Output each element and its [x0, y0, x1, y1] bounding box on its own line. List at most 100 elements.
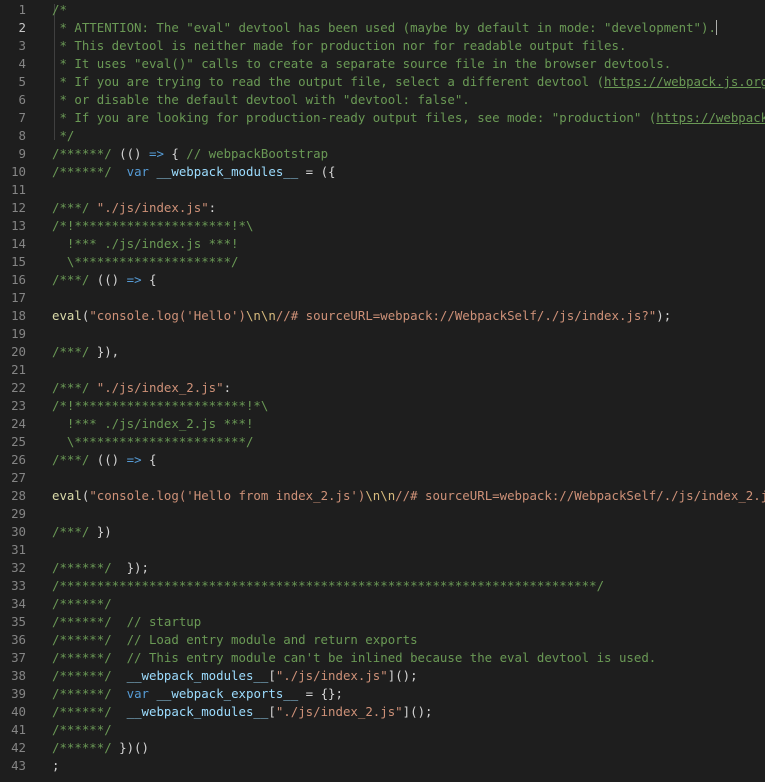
code-token: __webpack_modules__ — [126, 668, 269, 683]
code-token: /*!*********************!*\ — [52, 218, 254, 233]
code-line[interactable]: 31 — [0, 541, 765, 559]
code-token: /******/ — [52, 146, 120, 161]
line-number: 39 — [11, 686, 26, 701]
code-token: => — [126, 272, 142, 287]
code-token: * or disable the default devtool with "d… — [52, 92, 470, 107]
code-token: * ATTENTION: The "eval" devtool has been… — [52, 20, 716, 35]
code-token: !*** ./js/index_2.js ***! — [52, 416, 254, 431]
code-text: /***/ "./js/index_2.js": — [52, 379, 231, 397]
code-token: https://webpack.js.org/con — [604, 74, 765, 89]
code-token: /***/ — [52, 272, 97, 287]
code-text: !*** ./js/index.js ***! — [52, 235, 239, 253]
code-line[interactable]: 27 — [0, 469, 765, 487]
code-line[interactable]: 36 /******/ // Load entry module and retu… — [0, 631, 765, 649]
code-line[interactable]: 38 /******/ __webpack_modules__["./js/ind… — [0, 667, 765, 685]
code-line[interactable]: 4 * It uses "eval()" calls to create a s… — [0, 55, 765, 73]
code-line[interactable]: 5 * If you are trying to read the output… — [0, 73, 765, 91]
code-token: = {}; — [298, 686, 343, 701]
code-text: eval("console.log('Hello from index_2.js… — [52, 487, 765, 505]
code-line[interactable]: 12 /***/ "./js/index.js": — [0, 199, 765, 217]
code-line[interactable]: 2 * ATTENTION: The "eval" devtool has be… — [0, 19, 765, 37]
code-line[interactable]: 21 — [0, 361, 765, 379]
code-line[interactable]: 22 /***/ "./js/index_2.js": — [0, 379, 765, 397]
code-line[interactable]: 23 /*!***********************!*\ — [0, 397, 765, 415]
code-token: (() — [96, 452, 127, 467]
code-text: /***************************************… — [52, 577, 604, 595]
code-text: * It uses "eval()" calls to create a sep… — [52, 55, 671, 73]
line-number: 27 — [11, 470, 26, 485]
code-line[interactable]: 42 /******/ })() — [0, 739, 765, 757]
line-number: 7 — [18, 110, 26, 125]
code-token: /******/ // Load entry module and return… — [52, 632, 418, 647]
code-token: /******/ — [52, 164, 120, 179]
code-token: /******/ — [52, 740, 120, 755]
code-line[interactable]: 9 /******/ (() => { // webpackBootstrap — [0, 145, 765, 163]
code-line[interactable]: 19 — [0, 325, 765, 343]
code-text: /******/ }); — [52, 559, 149, 577]
code-token: /***/ — [52, 380, 97, 395]
code-token: "console.log('Hello') — [89, 308, 246, 323]
code-text: eval("console.log('Hello')\n\n//# source… — [52, 307, 671, 325]
code-token: * It uses "eval()" calls to create a sep… — [52, 56, 672, 71]
code-line[interactable]: 20 /***/ }), — [0, 343, 765, 361]
code-line[interactable]: 11 — [0, 181, 765, 199]
line-number: 18 — [11, 308, 26, 323]
line-number: 33 — [11, 578, 26, 593]
code-token: => — [126, 452, 142, 467]
code-text: /***/ (() => { — [52, 451, 156, 469]
line-number: 43 — [11, 758, 26, 773]
code-token: => — [148, 146, 164, 161]
code-token: })() — [119, 740, 149, 755]
code-text: /*!*********************!*\ — [52, 217, 253, 235]
code-line[interactable]: 33 /*************************************… — [0, 577, 765, 595]
code-line[interactable]: 3 * This devtool is neither made for pro… — [0, 37, 765, 55]
code-line[interactable]: 32 /******/ }); — [0, 559, 765, 577]
code-text: /******/ var __webpack_modules__ = ({ — [52, 163, 336, 181]
code-line[interactable]: 25 \***********************/ — [0, 433, 765, 451]
code-editor[interactable]: 1 /* 2 * ATTENTION: The "eval" devtool has… — [0, 0, 765, 782]
line-number: 12 — [11, 200, 26, 215]
code-line[interactable]: 8 */ — [0, 127, 765, 145]
code-token: var — [126, 686, 149, 701]
code-line[interactable]: 28 eval("console.log('Hello from index_2.… — [0, 487, 765, 505]
code-line[interactable]: 43; — [0, 757, 765, 775]
line-number: 42 — [11, 740, 26, 755]
code-line[interactable]: 40 /******/ __webpack_modules__["./js/ind… — [0, 703, 765, 721]
line-number: 25 — [11, 434, 26, 449]
code-line[interactable]: 34 /******/ — [0, 595, 765, 613]
code-text: /******/ __webpack_modules__["./js/index… — [52, 703, 433, 721]
code-line[interactable]: 15 \*********************/ — [0, 253, 765, 271]
code-line[interactable]: 6 * or disable the default devtool with … — [0, 91, 765, 109]
code-line[interactable]: 26 /***/ (() => { — [0, 451, 765, 469]
code-line[interactable]: 29 — [0, 505, 765, 523]
code-line[interactable]: 41 /******/ — [0, 721, 765, 739]
code-text: ; — [52, 757, 59, 775]
code-line[interactable]: 1 /* — [0, 1, 765, 19]
code-token: /***/ — [52, 524, 97, 539]
line-number: 36 — [11, 632, 26, 647]
line-number: 6 — [18, 92, 26, 107]
line-number: 11 — [11, 182, 26, 197]
code-line[interactable]: 37 /******/ // This entry module can't be… — [0, 649, 765, 667]
code-token: eval — [52, 488, 82, 503]
code-line[interactable]: 24 !*** ./js/index_2.js ***! — [0, 415, 765, 433]
code-line[interactable]: 35 /******/ // startup — [0, 613, 765, 631]
code-text: /******/ — [52, 595, 112, 613]
code-line[interactable]: 39 /******/ var __webpack_exports__ = {}; — [0, 685, 765, 703]
code-text: \*********************/ — [52, 253, 239, 271]
code-text: /******/ // Load entry module and return… — [52, 631, 418, 649]
code-token: * This devtool is neither made for produ… — [52, 38, 627, 53]
code-line[interactable]: 13 /*!*********************!*\ — [0, 217, 765, 235]
line-number: 2 — [18, 20, 26, 35]
code-line[interactable]: 30 /***/ }) — [0, 523, 765, 541]
code-line[interactable]: 10 /******/ var __webpack_modules__ = ({ — [0, 163, 765, 181]
code-line[interactable]: 16 /***/ (() => { — [0, 271, 765, 289]
code-token: { — [163, 146, 187, 161]
line-number: 35 — [11, 614, 26, 629]
code-text: /***/ "./js/index.js": — [52, 199, 216, 217]
code-line[interactable]: 18 eval("console.log('Hello')\n\n//# sour… — [0, 307, 765, 325]
code-line[interactable]: 7 * If you are looking for production-re… — [0, 109, 765, 127]
code-line[interactable]: 14 !*** ./js/index.js ***! — [0, 235, 765, 253]
code-line[interactable]: 17 — [0, 289, 765, 307]
